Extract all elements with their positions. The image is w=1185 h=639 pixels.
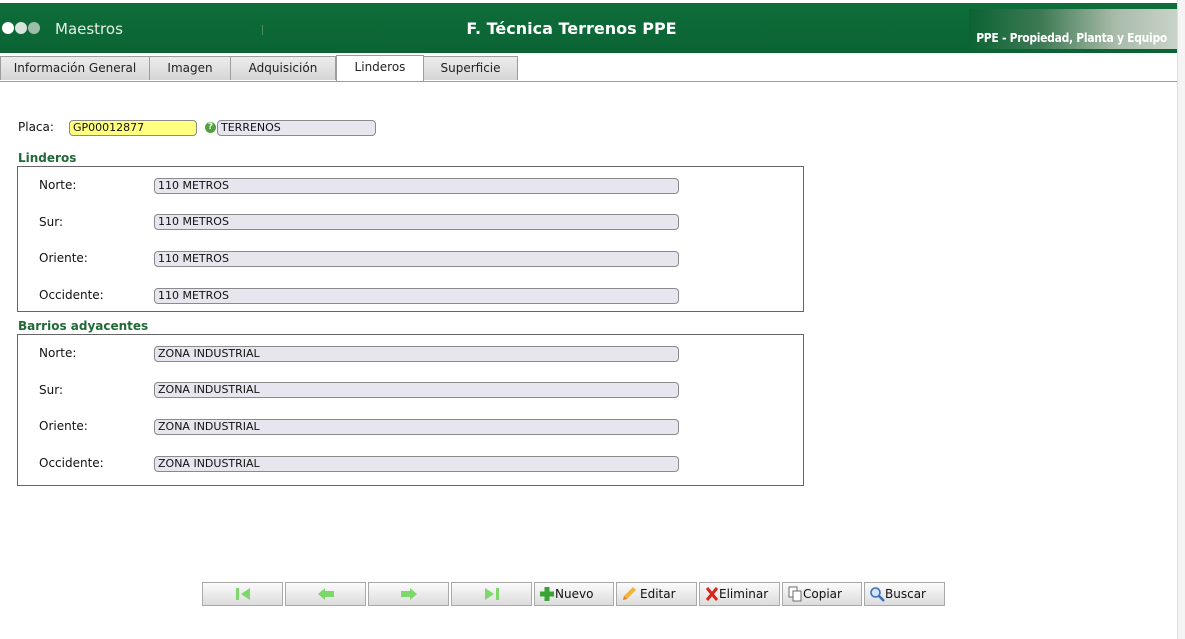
- linderos-sur-label: Sur:: [39, 215, 63, 229]
- tab-imagen[interactable]: Imagen: [149, 56, 231, 80]
- buscar-label: Buscar: [885, 587, 926, 601]
- barrios-oriente-field[interactable]: ZONA INDUSTRIAL: [154, 419, 679, 435]
- first-record-button[interactable]: [202, 582, 283, 606]
- module-name: PPE - Propiedad, Planta y Equipo: [976, 31, 1167, 45]
- linderos-oriente-field[interactable]: 110 METROS: [154, 251, 679, 267]
- eliminar-label: Eliminar: [719, 587, 769, 601]
- scrollbar[interactable]: [1177, 0, 1185, 639]
- copy-icon: [788, 586, 802, 602]
- linderos-norte-label: Norte:: [39, 178, 77, 192]
- delete-x-icon: [705, 587, 719, 601]
- next-record-button[interactable]: [368, 582, 449, 606]
- tab-bar: Información General Imagen Adquisición L…: [0, 54, 1177, 82]
- linderos-title: Linderos: [18, 151, 77, 165]
- placa-input[interactable]: GP00012877: [69, 120, 197, 136]
- nuevo-label: Nuevo: [555, 587, 594, 601]
- dot-icon: [15, 22, 27, 34]
- app-header: Maestros F. Técnica Terrenos PPE PPE - P…: [0, 3, 1177, 53]
- barrios-occidente-label: Occidente:: [39, 456, 104, 470]
- barrios-norte-label: Norte:: [39, 346, 77, 360]
- buscar-button[interactable]: Buscar: [864, 582, 945, 606]
- copiar-label: Copiar: [803, 587, 842, 601]
- plus-icon: [540, 587, 554, 601]
- linderos-oriente-label: Oriente:: [39, 251, 88, 265]
- barrios-occidente-field[interactable]: ZONA INDUSTRIAL: [154, 456, 679, 472]
- barrios-sur-label: Sur:: [39, 383, 63, 397]
- magnifier-icon: [870, 587, 885, 602]
- pencil-icon: [623, 587, 636, 600]
- tab-adquisicion[interactable]: Adquisición: [230, 56, 336, 80]
- previous-arrow-icon: [317, 588, 334, 600]
- linderos-occidente-label: Occidente:: [39, 288, 104, 302]
- linderos-norte-field[interactable]: 110 METROS: [154, 178, 679, 194]
- page-title: F. Técnica Terrenos PPE: [466, 19, 677, 38]
- copiar-button[interactable]: Copiar: [782, 582, 862, 606]
- next-arrow-icon: [400, 588, 417, 600]
- tab-linderos[interactable]: Linderos: [336, 55, 424, 81]
- editar-label: Editar: [640, 587, 676, 601]
- linderos-group: Norte: 110 METROS Sur: 110 METROS Orient…: [17, 166, 804, 312]
- app-name[interactable]: Maestros: [55, 20, 123, 38]
- barrios-title: Barrios adyacentes: [18, 319, 149, 333]
- dot-icon: [28, 22, 40, 34]
- first-record-icon: [235, 588, 250, 600]
- barrios-sur-field[interactable]: ZONA INDUSTRIAL: [154, 382, 679, 398]
- module-banner: PPE - Propiedad, Planta y Equipo: [969, 9, 1177, 49]
- linderos-occidente-field[interactable]: 110 METROS: [154, 288, 679, 304]
- placa-description-field[interactable]: TERRENOS: [217, 120, 376, 136]
- barrios-oriente-label: Oriente:: [39, 419, 88, 433]
- header-divider: [262, 25, 263, 35]
- barrios-group: Norte: ZONA INDUSTRIAL Sur: ZONA INDUSTR…: [17, 334, 804, 486]
- dot-icon: [2, 22, 14, 34]
- editar-button[interactable]: Editar: [616, 582, 697, 606]
- tab-informacion-general[interactable]: Información General: [0, 56, 150, 80]
- linderos-sur-field[interactable]: 110 METROS: [154, 214, 679, 230]
- placa-label: Placa:: [18, 120, 54, 134]
- nuevo-button[interactable]: Nuevo: [534, 582, 614, 606]
- previous-record-button[interactable]: [285, 582, 366, 606]
- tab-superficie[interactable]: Superficie: [423, 56, 518, 80]
- last-record-button[interactable]: [451, 582, 532, 606]
- barrios-norte-field[interactable]: ZONA INDUSTRIAL: [154, 346, 679, 362]
- question-icon[interactable]: ?: [205, 122, 216, 133]
- last-record-icon: [484, 588, 499, 600]
- window-dots: [2, 22, 41, 36]
- eliminar-button[interactable]: Eliminar: [699, 582, 780, 606]
